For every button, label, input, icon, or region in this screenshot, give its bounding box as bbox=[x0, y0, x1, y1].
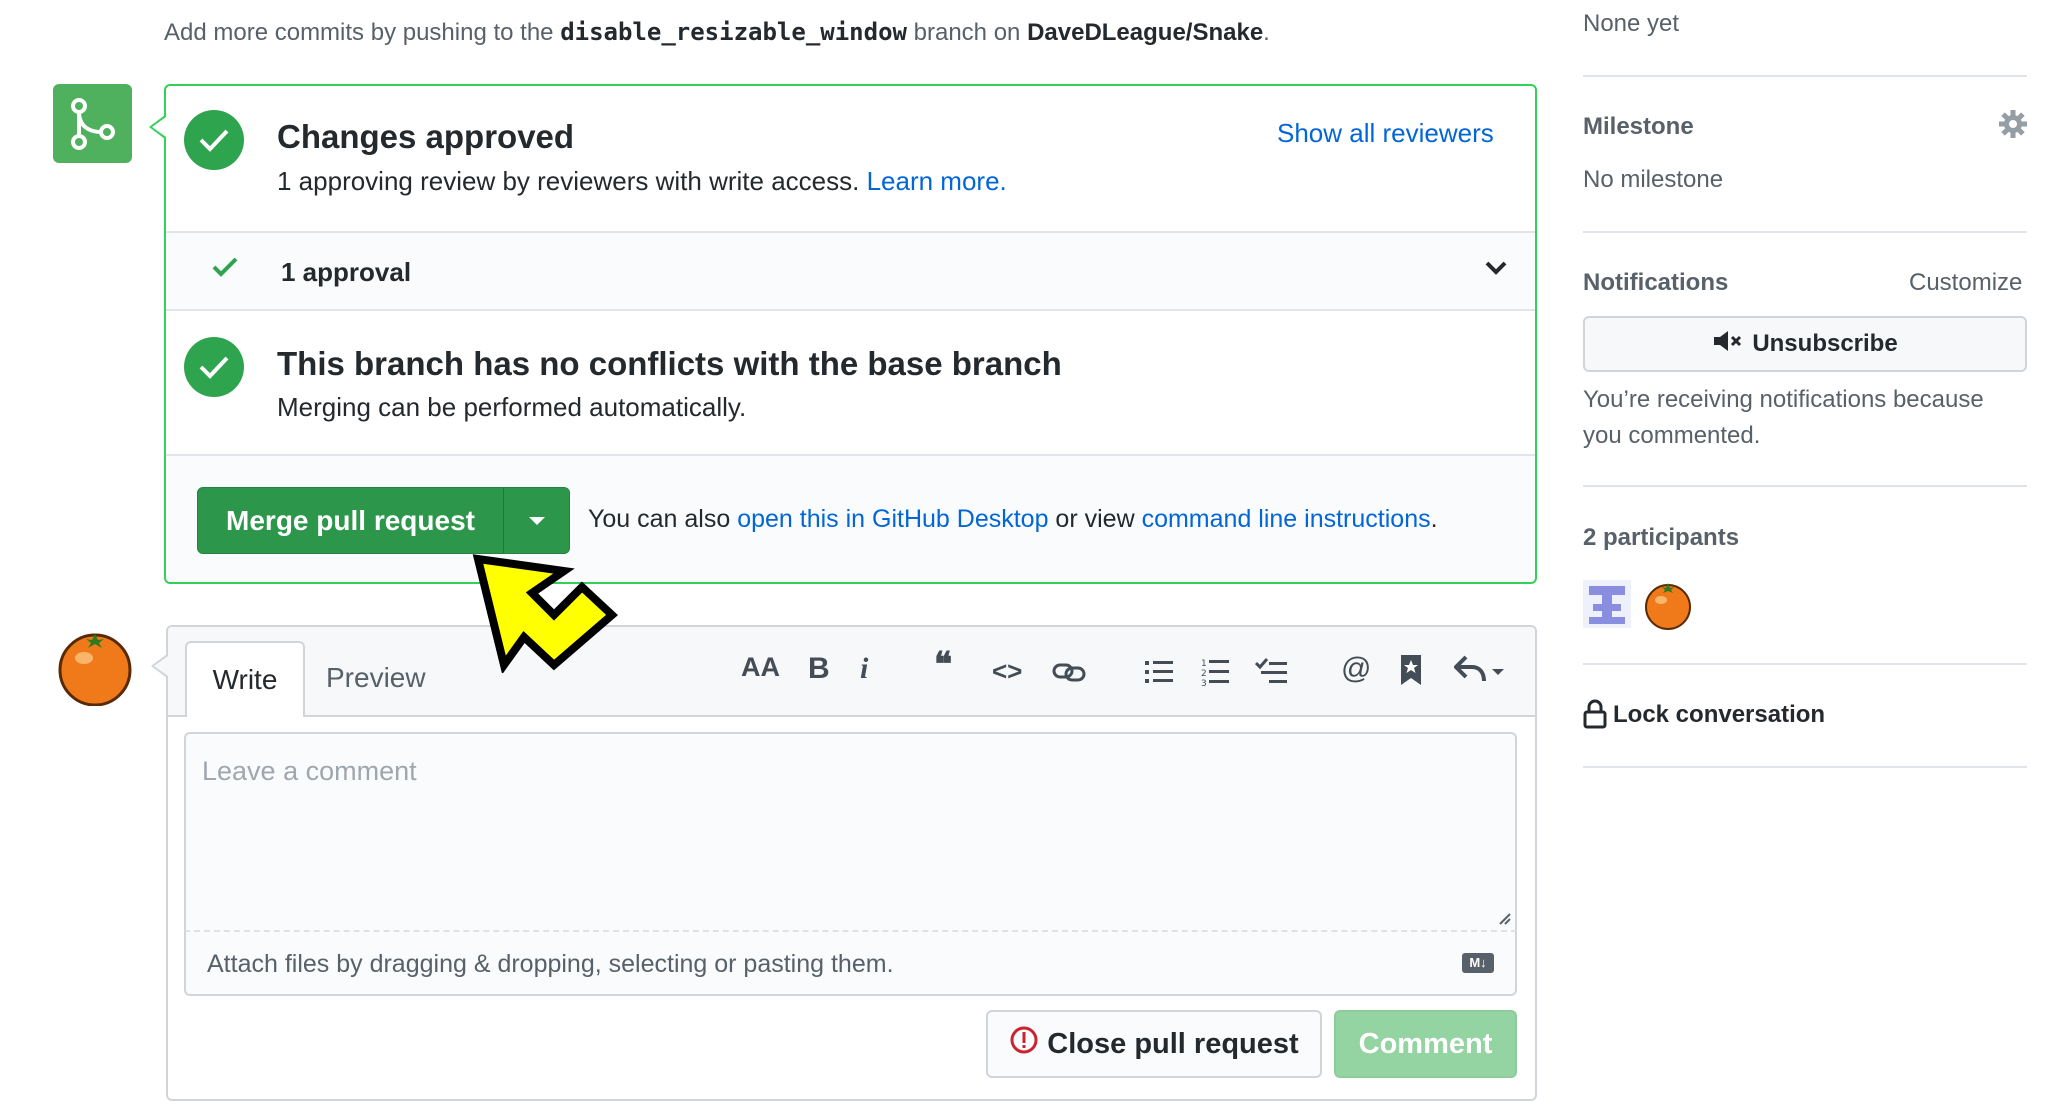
github-desktop-link[interactable]: open this in GitHub Desktop bbox=[737, 505, 1048, 533]
markdown-icon[interactable]: M↓ bbox=[1462, 953, 1494, 973]
attach-files-text: Attach files by dragging & dropping, sel… bbox=[207, 950, 894, 978]
unsubscribe-label: Unsubscribe bbox=[1752, 330, 1898, 357]
merge-alternatives-text: You can also open this in GitHub Desktop… bbox=[588, 505, 1438, 534]
lock-conversation-link[interactable]: Lock conversation bbox=[1613, 701, 1825, 729]
reply-icon[interactable] bbox=[1453, 655, 1506, 690]
merge-box-pointer-fill bbox=[152, 117, 166, 137]
milestone-heading: Milestone bbox=[1583, 113, 1694, 140]
merge-pull-request-button[interactable]: Merge pull request bbox=[197, 487, 504, 554]
saved-reply-icon[interactable] bbox=[1400, 654, 1422, 691]
tab-preview[interactable]: Preview bbox=[326, 662, 426, 694]
git-merge-icon bbox=[53, 84, 132, 163]
participant-avatar-identicon[interactable] bbox=[1583, 580, 1631, 628]
resize-handle-icon[interactable] bbox=[1496, 910, 1512, 931]
svg-text:2: 2 bbox=[1201, 669, 1207, 679]
learn-more-link[interactable]: Learn more. bbox=[867, 166, 1007, 196]
merge-method-dropdown[interactable] bbox=[503, 487, 570, 554]
sidebar-divider bbox=[1583, 231, 2027, 233]
alt-middle: or view bbox=[1048, 505, 1142, 533]
push-middle: branch on bbox=[906, 19, 1028, 46]
check-icon bbox=[212, 256, 238, 283]
italic-icon[interactable]: i bbox=[860, 652, 868, 686]
push-suffix: . bbox=[1263, 19, 1270, 46]
annotation-arrow-icon bbox=[472, 553, 622, 678]
comment-submit-button[interactable]: Comment bbox=[1334, 1010, 1517, 1078]
lock-icon bbox=[1583, 699, 1607, 734]
alt-prefix: You can also bbox=[588, 505, 738, 533]
notification-reason-line2: you commented. bbox=[1583, 422, 1761, 449]
closed-pr-icon bbox=[1009, 1025, 1039, 1063]
show-all-reviewers-link[interactable]: Show all reviewers bbox=[1277, 118, 1494, 149]
conflict-status-title: This branch has no conflicts with the ba… bbox=[277, 345, 1062, 382]
orange-avatar[interactable] bbox=[56, 628, 134, 707]
participants-heading: 2 participants bbox=[1583, 524, 1740, 551]
milestone-value: No milestone bbox=[1583, 166, 1724, 193]
close-pull-request-button[interactable]: Close pull request bbox=[986, 1010, 1322, 1078]
heading-icon[interactable]: AA bbox=[741, 652, 780, 683]
branch-name: disable_resizable_window bbox=[560, 18, 907, 46]
review-status-title: Changes approved bbox=[277, 118, 575, 155]
ordered-list-icon[interactable]: 123 bbox=[1201, 657, 1229, 692]
notification-reason-line1: You’re receiving notifications because bbox=[1583, 386, 1984, 413]
svg-text:1: 1 bbox=[1201, 659, 1207, 669]
close-pr-label: Close pull request bbox=[1047, 1027, 1299, 1060]
participant-avatar-orange[interactable] bbox=[1643, 580, 1693, 630]
sidebar-divider bbox=[1583, 485, 2027, 487]
code-icon[interactable]: <> bbox=[992, 656, 1022, 687]
task-list-icon[interactable] bbox=[1254, 657, 1287, 690]
sidebar-divider bbox=[1583, 663, 2027, 665]
alt-suffix: . bbox=[1430, 505, 1438, 533]
check-circle-icon bbox=[184, 110, 244, 170]
review-status-subtitle: 1 approving review by reviewers with wri… bbox=[277, 166, 1007, 197]
svg-text:3: 3 bbox=[1201, 679, 1207, 687]
command-line-link[interactable]: command line instructions bbox=[1142, 505, 1431, 533]
sidebar-divider bbox=[1583, 766, 2027, 768]
approval-count-label: 1 approval bbox=[281, 257, 412, 287]
bold-icon[interactable]: B bbox=[808, 652, 830, 686]
unsubscribe-button[interactable]: Unsubscribe bbox=[1583, 316, 2027, 372]
comment-box-pointer-fill bbox=[154, 656, 168, 676]
chevron-down-icon[interactable] bbox=[1484, 260, 1508, 281]
push-prefix: Add more commits by pushing to the bbox=[164, 19, 561, 46]
unordered-list-icon[interactable] bbox=[1145, 659, 1173, 690]
push-instructions: Add more commits by pushing to the disab… bbox=[164, 18, 1270, 47]
divider bbox=[166, 309, 1535, 311]
check-circle-icon bbox=[184, 337, 244, 397]
gear-icon[interactable] bbox=[1998, 109, 2028, 144]
mention-icon[interactable]: @ bbox=[1341, 652, 1371, 686]
conflict-status-subtitle: Merging can be performed automatically. bbox=[277, 392, 747, 422]
link-icon[interactable] bbox=[1052, 662, 1086, 687]
customize-link[interactable]: Customize bbox=[1909, 269, 2022, 297]
notifications-heading: Notifications bbox=[1583, 269, 1729, 296]
comment-placeholder: Leave a comment bbox=[202, 756, 417, 786]
review-subtitle-text: 1 approving review by reviewers with wri… bbox=[277, 166, 860, 196]
mute-icon bbox=[1712, 329, 1744, 360]
labels-value: None yet bbox=[1583, 10, 1680, 37]
quote-icon[interactable]: ❝ bbox=[934, 645, 952, 685]
repo-name: DaveDLeague/Snake bbox=[1027, 19, 1264, 46]
tab-write[interactable]: Write bbox=[185, 641, 305, 717]
sidebar-divider bbox=[1583, 75, 2027, 77]
